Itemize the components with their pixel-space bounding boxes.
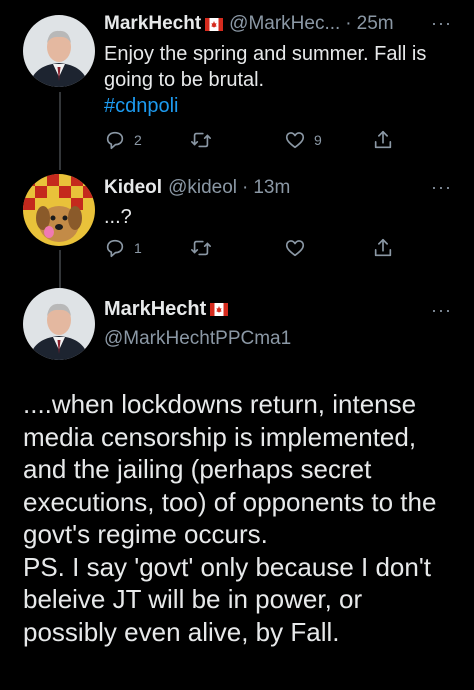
- retweet-button[interactable]: [190, 129, 212, 151]
- more-options-icon[interactable]: ···: [431, 301, 452, 319]
- separator-dot: ·: [242, 177, 249, 198]
- reply-icon: [106, 131, 124, 150]
- like-icon: [285, 240, 305, 257]
- more-options-icon[interactable]: ···: [431, 14, 452, 32]
- display-name-row: MarkHecht: [104, 298, 234, 321]
- tweet-text: Enjoy the spring and summer. Fall is goi…: [104, 41, 444, 119]
- like-count: 9: [314, 132, 322, 148]
- tweet-paragraph: ....when lockdowns return, intense media…: [23, 389, 437, 549]
- retweet-button[interactable]: [190, 237, 212, 259]
- reply-icon: [106, 239, 124, 258]
- retweet-icon: [191, 240, 211, 256]
- user-handle[interactable]: @MarkHechtPPCma1: [104, 328, 291, 350]
- reply-button[interactable]: 1: [104, 237, 142, 259]
- tweet-body: ...?: [104, 206, 132, 228]
- retweet-icon: [191, 132, 211, 148]
- share-icon: [374, 238, 392, 257]
- tweet-actions: 2 9: [104, 129, 394, 153]
- display-name[interactable]: Kideol: [104, 177, 162, 199]
- reply-button[interactable]: 2: [104, 129, 142, 151]
- share-button[interactable]: [372, 237, 394, 259]
- tweet-header: MarkHecht @MarkHec... · 25m: [104, 13, 394, 35]
- like-icon: [285, 132, 305, 149]
- hashtag-link[interactable]: #cdnpoli: [104, 93, 444, 119]
- share-button[interactable]: [372, 129, 394, 151]
- reply-count: 2: [134, 132, 142, 148]
- avatar-markhecht[interactable]: [23, 15, 95, 87]
- avatar-markhecht[interactable]: [23, 288, 95, 360]
- display-name[interactable]: MarkHecht: [104, 298, 206, 321]
- tweet-header: Kideol @kideol · 13m: [104, 177, 290, 199]
- canada-flag-icon: [205, 17, 224, 31]
- like-button[interactable]: [284, 237, 306, 259]
- more-options-icon[interactable]: ···: [431, 178, 452, 196]
- canada-flag-icon: [210, 303, 229, 316]
- thread-line-1: [59, 92, 61, 170]
- timestamp[interactable]: 13m: [253, 177, 290, 199]
- display-name[interactable]: MarkHecht: [104, 13, 201, 35]
- separator-dot: ·: [345, 13, 352, 34]
- timestamp[interactable]: 25m: [357, 13, 394, 35]
- reply-count: 1: [134, 240, 142, 256]
- main-tweet-text: ....when lockdowns return, intense media…: [23, 388, 463, 648]
- tweet-body: Enjoy the spring and summer. Fall is goi…: [104, 43, 427, 91]
- like-button[interactable]: 9: [284, 129, 322, 151]
- avatar-kideol[interactable]: [23, 174, 95, 246]
- tweet-text: ...?: [104, 204, 132, 230]
- tweet-paragraph: PS. I say 'govt' only because I don't be…: [23, 551, 432, 647]
- user-handle[interactable]: @kideol: [168, 177, 237, 199]
- user-handle[interactable]: @MarkHec...: [229, 13, 340, 35]
- thread-line-2: [59, 250, 61, 288]
- share-icon: [374, 130, 392, 149]
- tweet-actions: 1: [104, 237, 394, 261]
